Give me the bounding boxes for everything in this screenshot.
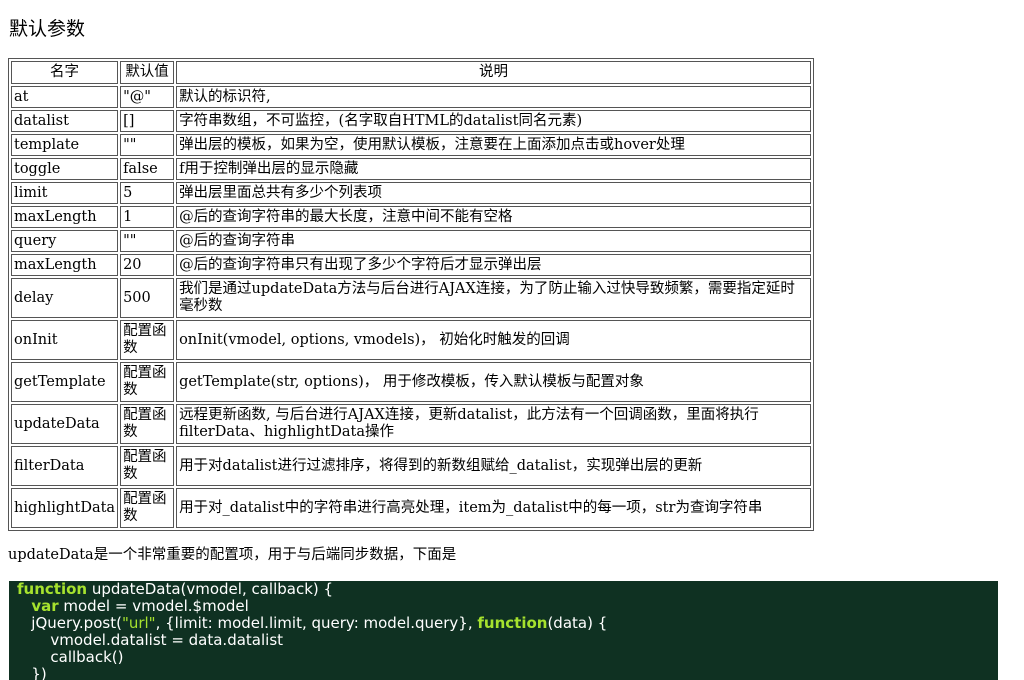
param-description: getTemplate(str, options)， 用于修改模板，传入默认模板… [176,362,811,402]
table-row: getTemplate 配置函数 getTemplate(str, option… [11,362,811,402]
param-name: datalist [11,110,119,132]
param-description: 默认的标识符, [176,86,811,108]
code-block: function updateData(vmodel, callback) { … [9,581,998,680]
param-description: @后的查询字符串的最大长度，注意中间不能有空格 [176,206,811,228]
param-default: "@" [120,86,175,108]
params-table: 名字 默认值 说明 at "@" 默认的标识符, datalist [] 字符串… [8,58,814,531]
param-default: "" [120,134,175,156]
param-default: 配置函数 [120,446,175,486]
param-name: getTemplate [11,362,119,402]
table-row: filterData 配置函数 用于对datalist进行过滤排序，将得到的新数… [11,446,811,486]
param-default: [] [120,110,175,132]
table-row: onInit 配置函数 onInit(vmodel, options, vmod… [11,320,811,360]
param-default: 配置函数 [120,404,175,444]
param-default: "" [120,230,175,252]
param-description: f用于控制弹出层的显示隐藏 [176,158,811,180]
code-keyword: function [477,614,548,632]
param-name: limit [11,182,119,204]
code-text: model = vmodel.$model [58,597,249,615]
param-description: 用于对_datalist中的字符串进行高亮处理，item为_datalist中的… [176,488,811,528]
table-row: at "@" 默认的标识符, [11,86,811,108]
param-default: 配置函数 [120,320,175,360]
header-description: 说明 [176,61,811,84]
table-header-row: 名字 默认值 说明 [11,61,811,84]
param-name: highlightData [11,488,119,528]
param-description: 用于对datalist进行过滤排序，将得到的新数组赋给_datalist，实现弹… [176,446,811,486]
table-row: highlightData 配置函数 用于对_datalist中的字符串进行高亮… [11,488,811,528]
code-text: , {limit: model.limit, query: model.quer… [155,614,478,632]
param-name: query [11,230,119,252]
table-row: template "" 弹出层的模板，如果为空，使用默认模板，注意要在上面添加点… [11,134,811,156]
param-default: 5 [120,182,175,204]
param-name: filterData [11,446,119,486]
header-name: 名字 [11,61,119,84]
table-row: datalist [] 字符串数组，不可监控，(名字取自HTML的datalis… [11,110,811,132]
param-default: 20 [120,254,175,276]
param-name: toggle [11,158,119,180]
param-description: 弹出层里面总共有多少个列表项 [176,182,811,204]
param-default: 配置函数 [120,488,175,528]
param-name: onInit [11,320,119,360]
param-description: @后的查询字符串只有出现了多少个字符后才显示弹出层 [176,254,811,276]
code-line: }) [17,665,47,680]
table-row: updateData 配置函数 远程更新函数, 与后台进行AJAX连接，更新da… [11,404,811,444]
code-text: updateData(vmodel, callback) { [87,581,334,598]
page-title: 默认参数 [9,18,86,40]
param-description: 远程更新函数, 与后台进行AJAX连接，更新datalist，此方法有一个回调函… [176,404,811,444]
param-description: @后的查询字符串 [176,230,811,252]
param-description: 我们是通过updateData方法与后台进行AJAX连接，为了防止输入过快导致频… [176,278,811,318]
param-name: maxLength [11,206,119,228]
code-line: jQuery.post("url", {limit: model.limit, … [17,614,607,632]
param-description: 弹出层的模板，如果为空，使用默认模板，注意要在上面添加点击或hover处理 [176,134,811,156]
param-description: onInit(vmodel, options, vmodels)， 初始化时触发… [176,320,811,360]
code-line: vmodel.datalist = data.datalist [17,631,284,649]
param-default: 500 [120,278,175,318]
table-row: delay 500 我们是通过updateData方法与后台进行AJAX连接，为… [11,278,811,318]
param-description: 字符串数组，不可监控，(名字取自HTML的datalist同名元素) [176,110,811,132]
table-row: maxLength 20 @后的查询字符串只有出现了多少个字符后才显示弹出层 [11,254,811,276]
code-line: var model = vmodel.$model [17,597,249,615]
param-name: delay [11,278,119,318]
table-row: limit 5 弹出层里面总共有多少个列表项 [11,182,811,204]
param-name: maxLength [11,254,119,276]
param-name: updateData [11,404,119,444]
code-line: callback() [17,648,124,666]
table-row: query "" @后的查询字符串 [11,230,811,252]
code-text: (data) { [547,614,608,632]
code-string: "url" [121,614,156,632]
update-data-intro: updateData是一个非常重要的配置项，用于与后端同步数据，下面是 [8,547,457,563]
header-default: 默认值 [120,61,175,84]
table-row: maxLength 1 @后的查询字符串的最大长度，注意中间不能有空格 [11,206,811,228]
table-row: toggle false f用于控制弹出层的显示隐藏 [11,158,811,180]
code-keyword: var [31,597,59,615]
code-keyword: function [17,581,88,598]
param-default: false [120,158,175,180]
param-default: 配置函数 [120,362,175,402]
code-text: jQuery.post( [17,614,122,632]
param-name: at [11,86,119,108]
param-name: template [11,134,119,156]
code-line: function updateData(vmodel, callback) { [17,581,333,598]
param-default: 1 [120,206,175,228]
